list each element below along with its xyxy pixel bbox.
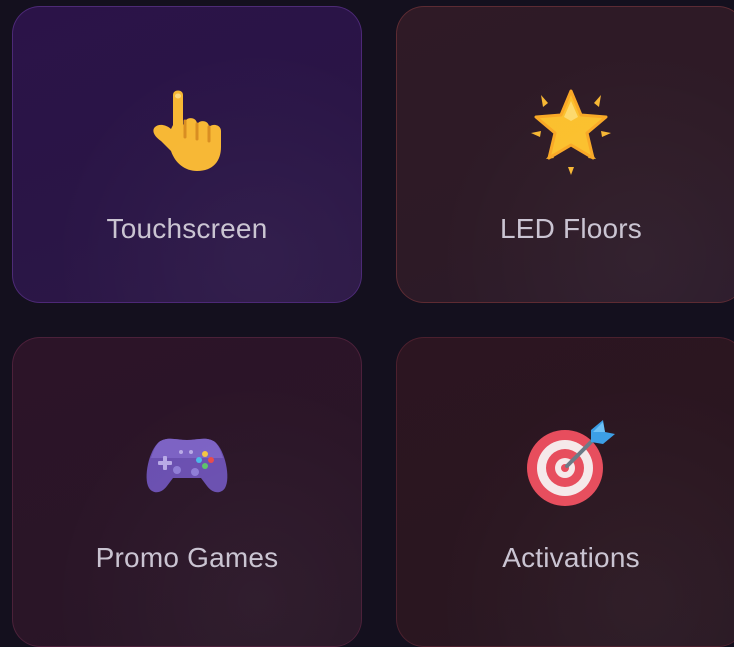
pointing-hand-icon (137, 81, 237, 181)
glowing-star-icon (521, 81, 621, 181)
card-label: LED Floors (499, 213, 643, 244)
card-led-floors[interactable]: LED Floors (396, 6, 734, 303)
card-label: Touchscreen (106, 213, 268, 244)
direct-hit-target-icon (521, 412, 621, 512)
card-activations[interactable]: Activations (396, 337, 734, 647)
card-touchscreen[interactable]: Touchscreen (12, 6, 362, 303)
card-label: Activations (502, 542, 640, 573)
card-label: Promo Games (95, 542, 279, 573)
services-grid: Touchscreen LED Floors Promo Games Activ… (0, 0, 734, 647)
game-controller-icon (137, 412, 237, 512)
card-promo-games[interactable]: Promo Games (12, 337, 362, 647)
